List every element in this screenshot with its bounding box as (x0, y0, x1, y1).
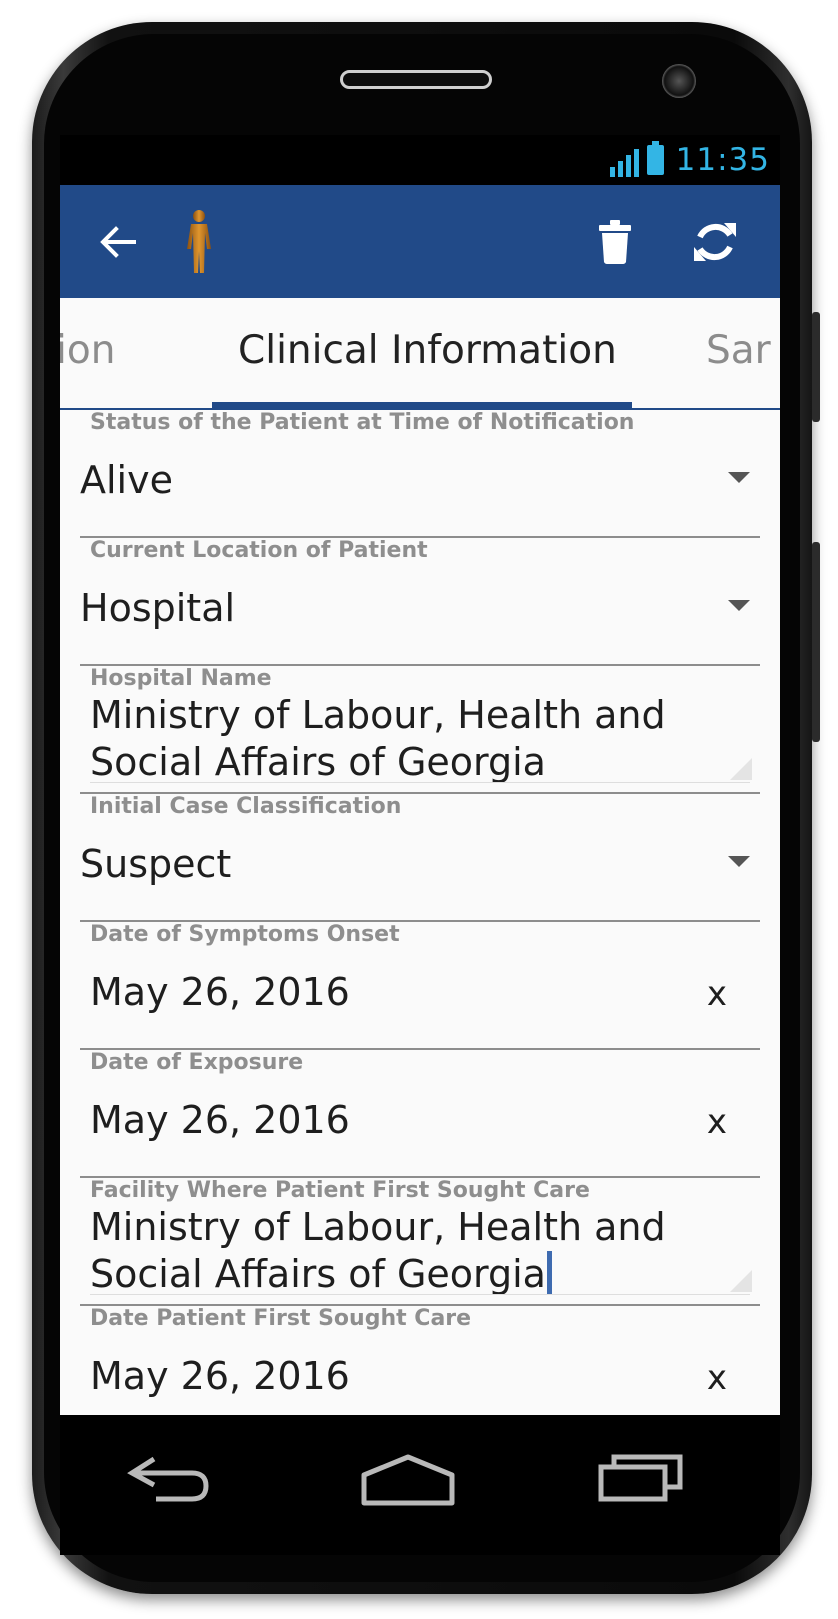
tab-indicator (212, 402, 632, 408)
nav-back-icon[interactable] (126, 1455, 212, 1503)
textarea-border (90, 782, 750, 783)
resize-handle-icon[interactable] (730, 758, 752, 780)
first-care-date[interactable]: May 26, 2016 (90, 1354, 350, 1398)
symptoms-onset-field[interactable]: Date of Symptoms Onset May 26, 2016 x (80, 922, 760, 1050)
textarea-line: Ministry of Labour, Health and (90, 1205, 666, 1249)
nav-home-icon[interactable] (360, 1453, 456, 1507)
textarea-line: Social Affairs of Georgia (90, 1252, 546, 1296)
tab-clinical-information[interactable]: Clinical Information (238, 328, 617, 373)
tab-previous[interactable]: ion (60, 328, 115, 373)
initial-classification-field[interactable]: Initial Case Classification Suspect (80, 794, 760, 922)
first-care-facility-field[interactable]: Facility Where Patient First Sought Care… (80, 1178, 760, 1306)
textarea-border (90, 1294, 750, 1295)
delete-button[interactable] (590, 185, 640, 298)
field-label: Date of Symptoms Onset (90, 922, 400, 947)
classification-select-value[interactable]: Suspect (80, 842, 231, 886)
text-cursor (546, 1251, 552, 1295)
clear-date-button[interactable]: x (707, 1358, 727, 1398)
screen: 11:35 ion Clinical Information Sar Statu… (60, 135, 780, 1415)
field-label: Date Patient First Sought Care (90, 1306, 472, 1331)
volume-button (812, 542, 820, 742)
dropdown-arrow-icon[interactable] (728, 472, 750, 483)
clear-date-button[interactable]: x (707, 1102, 727, 1142)
field-label: Hospital Name (90, 666, 272, 691)
app-bar (60, 185, 780, 298)
location-select-value[interactable]: Hospital (80, 586, 235, 630)
hospital-name-textarea[interactable]: Ministry of Labour, Health and Social Af… (90, 692, 740, 786)
exposure-date[interactable]: May 26, 2016 (90, 1098, 350, 1142)
patient-button[interactable] (172, 185, 226, 298)
nav-recents-icon[interactable] (598, 1453, 684, 1503)
earpiece-speaker (340, 70, 492, 89)
field-label: Facility Where Patient First Sought Care (90, 1178, 590, 1203)
tab-next[interactable]: Sar (706, 328, 771, 373)
back-arrow-icon (100, 225, 136, 258)
clear-date-button[interactable]: x (707, 974, 727, 1014)
power-button (812, 312, 820, 422)
dropdown-arrow-icon[interactable] (728, 856, 750, 867)
status-select-value[interactable]: Alive (80, 458, 173, 502)
field-label: Current Location of Patient (90, 538, 428, 563)
navigation-bar (60, 1415, 780, 1555)
resize-handle-icon[interactable] (730, 1270, 752, 1292)
tab-strip: ion Clinical Information Sar (60, 298, 780, 410)
person-icon (187, 209, 211, 273)
battery-icon (646, 141, 664, 175)
symptoms-onset-date[interactable]: May 26, 2016 (90, 970, 350, 1014)
textarea-line-with-cursor: Social Affairs of Georgia (90, 1251, 740, 1298)
sync-button[interactable] (680, 185, 750, 298)
field-label: Status of the Patient at Time of Notific… (90, 410, 635, 435)
status-bar: 11:35 (60, 135, 780, 185)
sync-icon (694, 222, 736, 261)
field-label: Initial Case Classification (90, 794, 402, 819)
dropdown-arrow-icon[interactable] (728, 600, 750, 611)
back-button[interactable] (88, 185, 148, 298)
hospital-name-field[interactable]: Hospital Name Ministry of Labour, Health… (80, 666, 760, 794)
current-location-field[interactable]: Current Location of Patient Hospital (80, 538, 760, 666)
exposure-date-field[interactable]: Date of Exposure May 26, 2016 x (80, 1050, 760, 1178)
textarea-line: Social Affairs of Georgia (90, 740, 546, 784)
field-label: Date of Exposure (90, 1050, 304, 1075)
trash-icon (599, 219, 631, 264)
signal-icon (609, 143, 639, 177)
first-care-facility-textarea[interactable]: Ministry of Labour, Health and Social Af… (90, 1204, 740, 1298)
textarea-line: Ministry of Labour, Health and (90, 693, 666, 737)
status-at-notification-field[interactable]: Status of the Patient at Time of Notific… (80, 410, 760, 538)
front-camera (662, 64, 696, 98)
status-time: 11:35 (675, 142, 770, 178)
first-care-date-field[interactable]: Date Patient First Sought Care May 26, 2… (80, 1306, 760, 1415)
